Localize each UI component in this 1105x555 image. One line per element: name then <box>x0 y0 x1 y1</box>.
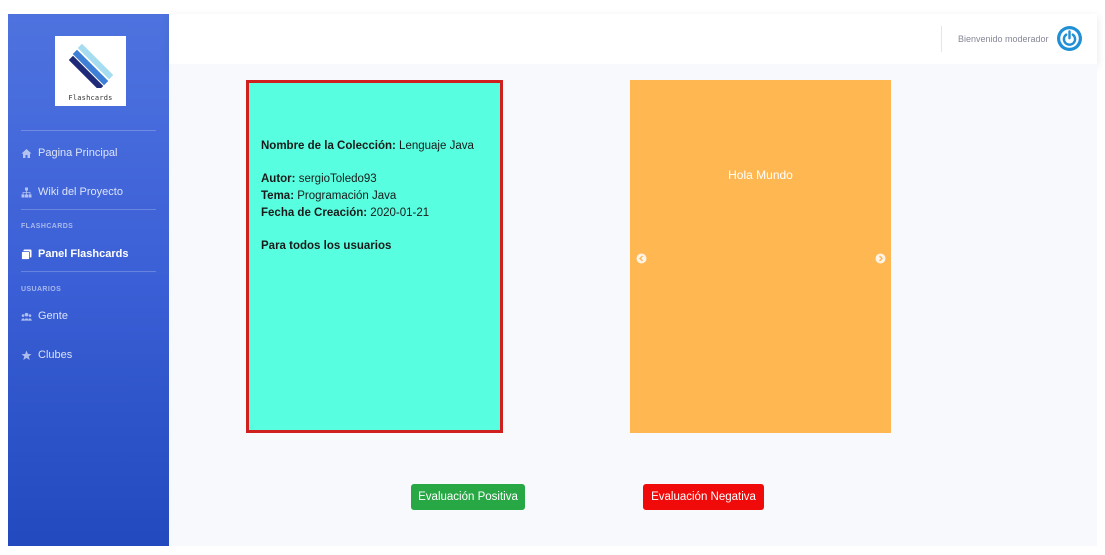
sidebar-item-label: Panel Flashcards <box>38 248 129 260</box>
collection-date-label: Fecha de Creación: <box>261 207 368 219</box>
collection-audience: Para todos los usuarios <box>261 238 500 255</box>
sidebar-item-wiki[interactable]: Wiki del Proyecto <box>21 182 123 202</box>
sidebar: Flashcards Pagina Principal Wiki del Pro… <box>8 14 169 546</box>
sitemap-icon <box>21 187 32 198</box>
sidebar-item-label: Pagina Principal <box>38 147 118 159</box>
positive-evaluation-button[interactable]: Evaluación Positiva <box>411 484 525 510</box>
users-icon <box>21 311 32 322</box>
collection-name-line: Nombre de la Colección: Lenguaje Java <box>261 138 500 155</box>
collection-date-line: Fecha de Creación: 2020-01-21 <box>261 205 500 222</box>
flashcard-carousel[interactable]: Hola Mundo <box>630 80 891 433</box>
collection-author-value: sergioToledo93 <box>298 173 377 185</box>
logo-text: Flashcards <box>68 94 113 102</box>
chevron-right-icon[interactable] <box>875 251 886 264</box>
collection-author-line: Autor: sergioToledo93 <box>261 171 500 188</box>
negative-evaluation-button[interactable]: Evaluación Negativa <box>643 484 764 510</box>
collection-audience-text: Para todos los usuarios <box>261 240 392 252</box>
collection-topic-value: Programación Java <box>297 190 397 202</box>
sidebar-item-label: Clubes <box>38 349 73 361</box>
sidebar-heading-flashcards: FLASHCARDS <box>21 223 74 230</box>
collection-name-label: Nombre de la Colección: <box>261 140 396 152</box>
sidebar-divider <box>21 209 156 210</box>
collection-topic-line: Tema: Programación Java <box>261 188 500 205</box>
copy-icon <box>21 249 32 260</box>
sidebar-divider <box>21 271 156 272</box>
chevron-left-icon[interactable] <box>636 251 647 264</box>
flashcards-logo-icon <box>68 44 113 88</box>
sidebar-item-panel-flashcards[interactable]: Panel Flashcards <box>21 244 129 264</box>
sidebar-item-gente[interactable]: Gente <box>21 306 68 326</box>
topbar: Bienvenido moderador <box>169 14 1097 64</box>
collection-author-label: Autor: <box>261 173 296 185</box>
welcome-text: Bienvenido moderador <box>958 34 1049 44</box>
topbar-divider <box>941 26 942 52</box>
star-icon <box>21 350 32 361</box>
power-icon[interactable] <box>1056 25 1083 52</box>
home-icon <box>21 148 32 159</box>
brand-logo[interactable]: Flashcards <box>55 36 126 106</box>
sidebar-divider <box>21 130 156 131</box>
sidebar-item-label: Gente <box>38 310 68 322</box>
collection-info-card[interactable]: Nombre de la Colección: Lenguaje Java Au… <box>246 80 503 433</box>
collection-date-value: 2020-01-21 <box>370 207 430 219</box>
sidebar-item-clubes[interactable]: Clubes <box>21 345 72 365</box>
flashcard-text: Hola Mundo <box>728 168 793 182</box>
sidebar-item-label: Wiki del Proyecto <box>38 186 123 198</box>
sidebar-heading-usuarios: USUARIOS <box>21 286 62 293</box>
collection-name-value: Lenguaje Java <box>399 140 474 152</box>
collection-topic-label: Tema: <box>261 190 295 202</box>
sidebar-item-pagina-principal[interactable]: Pagina Principal <box>21 143 118 163</box>
